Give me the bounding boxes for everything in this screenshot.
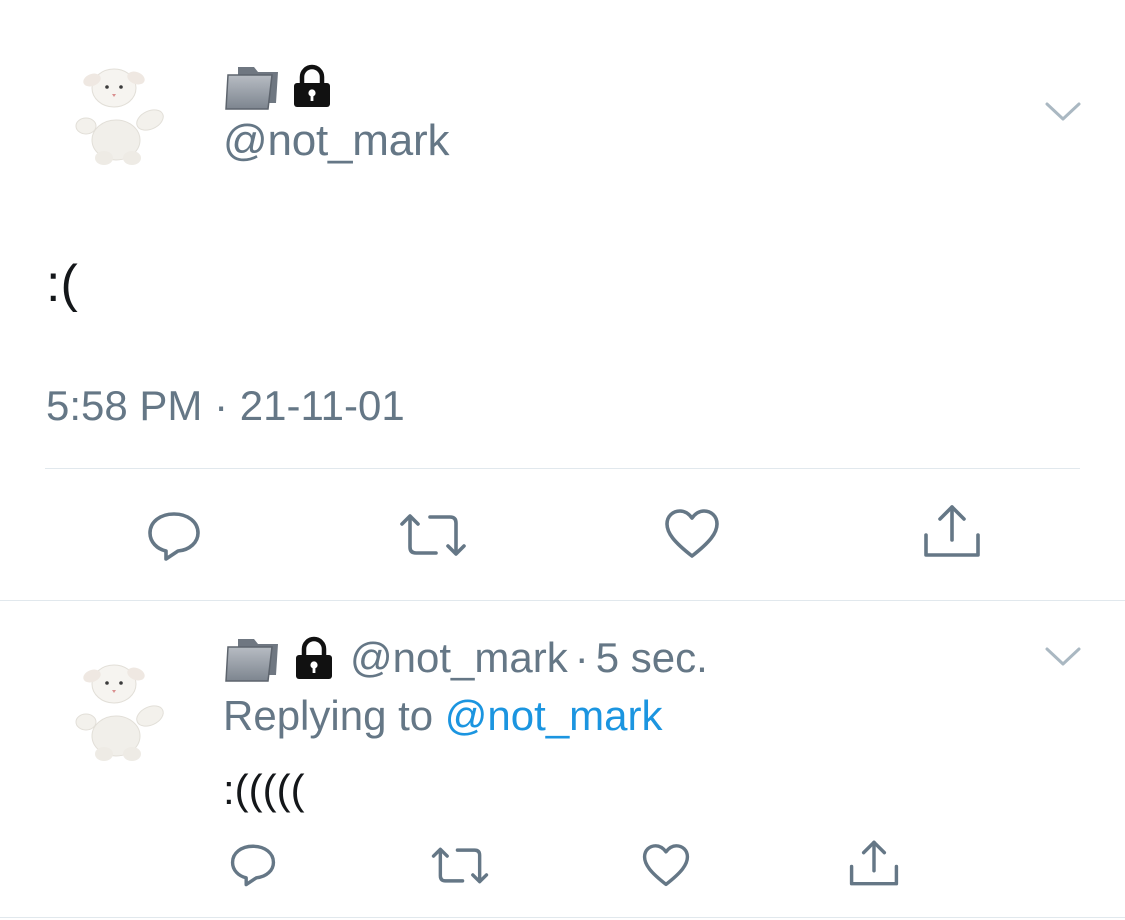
like-icon[interactable] [642, 843, 690, 888]
replying-to-link[interactable]: @not_mark [445, 692, 663, 739]
lock-icon [292, 636, 336, 680]
like-icon[interactable] [664, 508, 720, 560]
retweet-icon[interactable] [430, 845, 490, 886]
reply-time[interactable]: 5 sec. [596, 634, 708, 682]
tweet-text: :( [46, 255, 78, 313]
reply-tweet-text: :((((( [223, 766, 305, 813]
lamb-avatar-image [75, 68, 164, 165]
avatar[interactable] [66, 656, 176, 766]
replying-prefix: Replying to [223, 692, 434, 739]
file-folder-icon [224, 633, 280, 683]
reply-header: @not_mark · 5 sec. [224, 630, 708, 686]
author-name[interactable] [224, 60, 334, 112]
share-icon[interactable] [922, 502, 982, 560]
lock-icon [290, 64, 334, 108]
share-icon[interactable] [848, 838, 900, 888]
author-handle[interactable]: @not_mark [223, 116, 449, 166]
reply-icon[interactable] [146, 509, 202, 563]
divider [45, 468, 1080, 469]
tweet-timestamp[interactable]: 5:58 PM · 21-11-01 [46, 382, 405, 430]
tweet-separator [0, 600, 1125, 601]
replying-to-line: Replying to @not_mark [223, 692, 663, 740]
bottom-divider [0, 917, 1125, 918]
chevron-down-icon[interactable] [1044, 100, 1082, 124]
retweet-icon[interactable] [398, 511, 468, 559]
file-folder-icon [224, 61, 280, 111]
header-separator: · [574, 634, 589, 681]
author-handle[interactable]: @not_mark [350, 634, 568, 682]
avatar[interactable] [66, 60, 176, 170]
chevron-down-icon[interactable] [1044, 645, 1082, 669]
lamb-avatar-image [75, 664, 164, 761]
reply-icon[interactable] [229, 842, 277, 888]
